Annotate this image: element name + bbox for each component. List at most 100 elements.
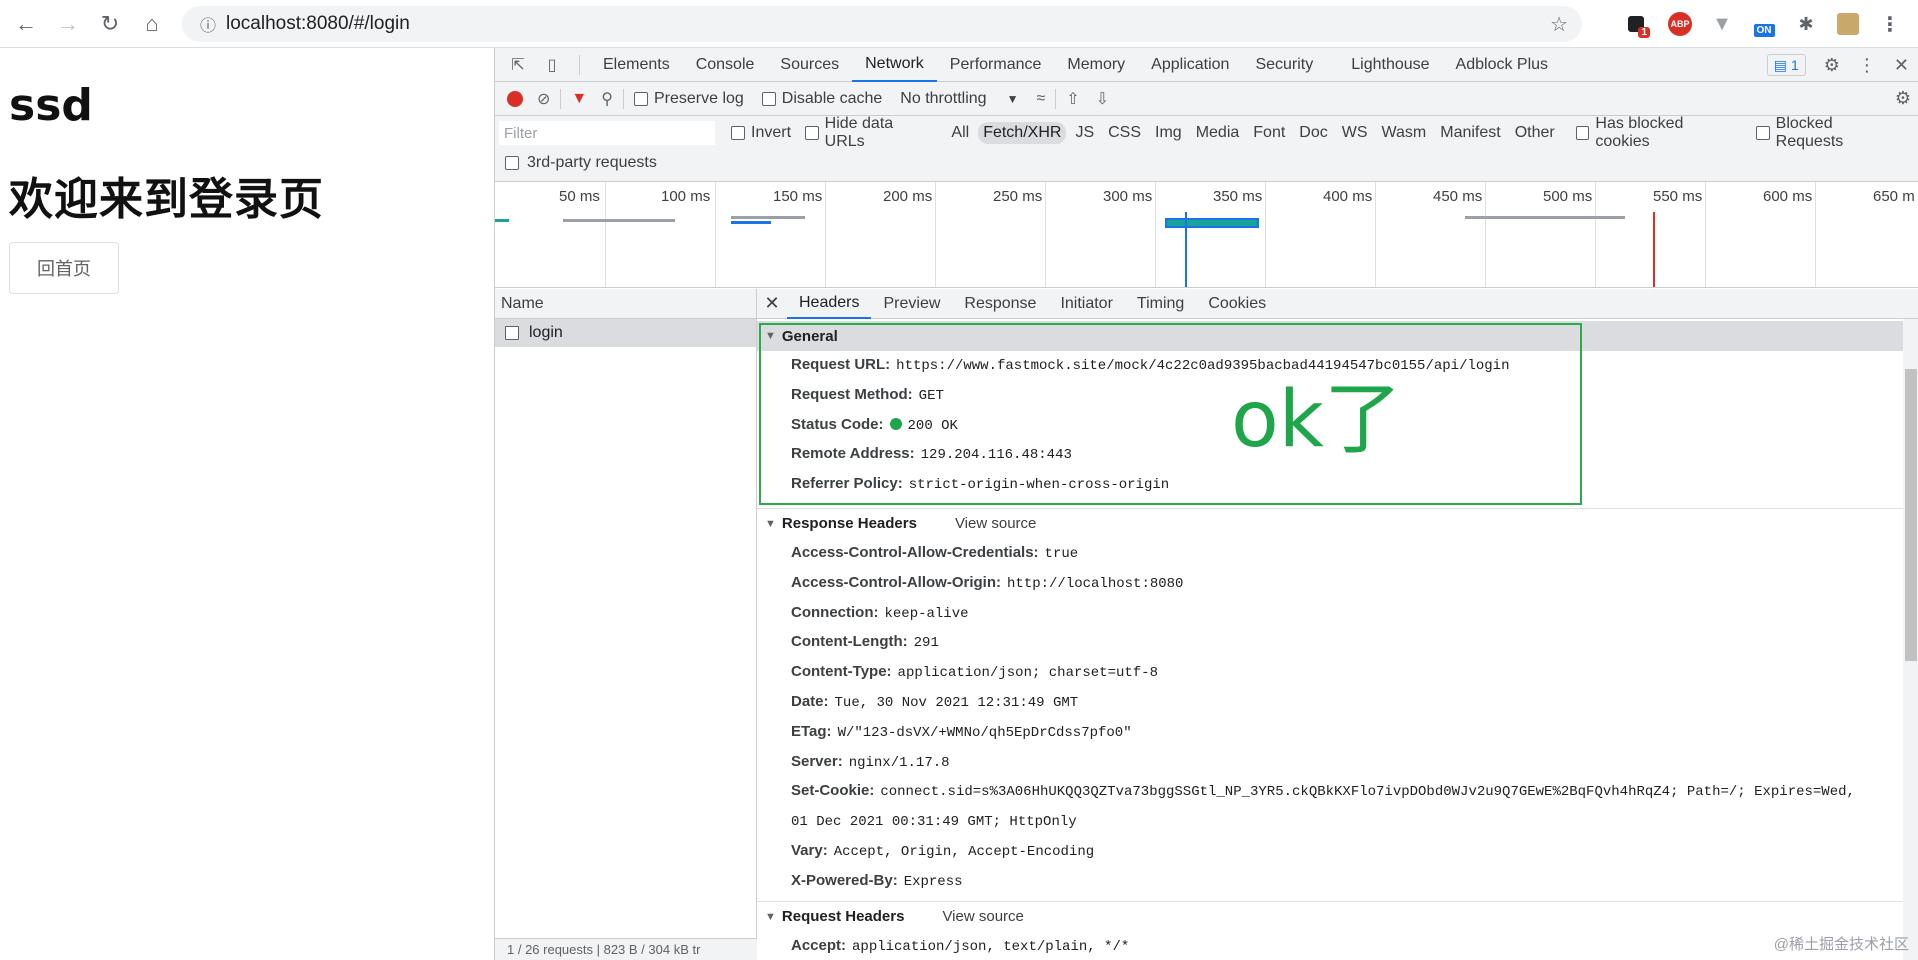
tab-memory[interactable]: Memory	[1054, 48, 1138, 82]
filter-type-font[interactable]: Font	[1248, 122, 1290, 144]
filter-funnel-icon[interactable]: ▼	[571, 90, 587, 108]
header-value: keep-alive	[884, 605, 969, 622]
third-party-box[interactable]	[505, 156, 519, 170]
header-key: X-Powered-By:	[791, 871, 898, 889]
filter-type-doc[interactable]: Doc	[1294, 122, 1332, 144]
close-details-icon[interactable]: ✕	[757, 293, 787, 314]
timeline-tick-label: 350 ms	[1213, 188, 1263, 205]
tab-preview[interactable]: Preview	[871, 289, 952, 319]
network-settings-icon[interactable]: ⚙	[1895, 88, 1911, 109]
record-icon[interactable]	[507, 90, 523, 107]
preserve-log-checkbox[interactable]: Preserve log	[633, 90, 744, 108]
timeline-request-bar	[731, 221, 771, 224]
filter-type-wasm[interactable]: Wasm	[1377, 122, 1432, 144]
back-arrow-icon[interactable]: ←	[6, 4, 46, 44]
response-headers-header[interactable]: ▼ Response Headers View source	[757, 509, 1918, 539]
throttling-select[interactable]: No throttling ▼	[900, 90, 1018, 108]
menu-kebab-icon[interactable]: ⋮	[1876, 10, 1904, 38]
details-scrollbar[interactable]	[1903, 319, 1918, 960]
tab-headers[interactable]: Headers	[787, 289, 872, 319]
request-list: Name login 1 / 26 requests | 823 B / 304…	[495, 289, 757, 960]
tab-elements[interactable]: Elements	[590, 48, 683, 82]
view-source-link[interactable]: View source	[955, 515, 1036, 532]
filter-type-other[interactable]: Other	[1510, 122, 1560, 144]
site-info-icon[interactable]: ⓘ	[190, 12, 226, 36]
filter-type-ws[interactable]: WS	[1337, 122, 1373, 144]
address-bar[interactable]: ⓘ localhost:8080/#/login ☆	[182, 6, 1582, 42]
reload-icon[interactable]: ↻	[90, 4, 130, 44]
inspect-element-icon[interactable]: ⇱	[501, 55, 535, 75]
url-text[interactable]: localhost:8080/#/login	[226, 13, 410, 35]
issues-button[interactable]: ▤ 1	[1766, 54, 1806, 76]
blocked-requests-box[interactable]	[1756, 126, 1770, 140]
filter-type-fetch-xhr[interactable]: Fetch/XHR	[978, 122, 1067, 144]
toggle-extension-icon[interactable]: ON	[1750, 10, 1778, 38]
tab-console[interactable]: Console	[683, 48, 768, 82]
header-key: Request Method:	[791, 385, 913, 403]
tab-lighthouse[interactable]: Lighthouse	[1338, 48, 1442, 82]
tab-network[interactable]: Network	[852, 48, 937, 82]
extension-badge-icon[interactable]: 1	[1622, 10, 1650, 38]
search-icon[interactable]: ⚲	[601, 89, 613, 109]
disable-cache-box[interactable]	[761, 91, 776, 106]
bookmark-star-icon[interactable]: ☆	[1550, 12, 1568, 37]
disable-cache-label: Disable cache	[781, 89, 883, 107]
annotation-text: ok了	[1231, 375, 1402, 465]
request-headers-header[interactable]: ▼ Request Headers View source	[757, 902, 1918, 932]
filter-type-img[interactable]: Img	[1150, 122, 1187, 144]
filter-type-js[interactable]: JS	[1070, 122, 1099, 144]
has-blocked-cookies-box[interactable]	[1575, 126, 1590, 140]
has-blocked-cookies-checkbox[interactable]: Has blocked cookies	[1575, 115, 1738, 151]
request-headers-section: ▼ Request Headers View source Accept: app…	[757, 902, 1918, 960]
timeline-request-bar	[495, 219, 509, 222]
load-event-marker	[1653, 212, 1655, 287]
hide-data-urls-checkbox[interactable]: Hide data URLs	[805, 115, 934, 151]
device-toggle-icon[interactable]: ▯	[535, 55, 569, 75]
request-row[interactable]: login	[495, 319, 756, 347]
filter-type-media[interactable]: Media	[1191, 122, 1245, 144]
invert-checkbox[interactable]: Invert	[731, 124, 791, 142]
timeline-gridline	[715, 182, 716, 287]
tab-timing[interactable]: Timing	[1125, 289, 1196, 319]
adblock-icon[interactable]: ABP	[1666, 10, 1694, 38]
name-column-header[interactable]: Name	[495, 289, 756, 319]
home-icon[interactable]: ⌂	[132, 4, 172, 44]
view-source-link[interactable]: View source	[942, 908, 1023, 925]
timeline-tick-label: 550 ms	[1653, 188, 1703, 205]
tab-cookies[interactable]: Cookies	[1196, 289, 1278, 319]
disable-cache-checkbox[interactable]: Disable cache	[761, 89, 883, 108]
tab-adblock-plus[interactable]: Adblock Plus	[1443, 48, 1562, 82]
puzzle-extensions-icon[interactable]: ✱	[1792, 10, 1820, 38]
filter-type-manifest[interactable]: Manifest	[1435, 122, 1505, 144]
header-value: strict-origin-when-cross-origin	[908, 477, 1170, 494]
clear-icon[interactable]: ⊘	[537, 89, 550, 109]
general-section-header[interactable]: ▼ General	[757, 321, 1903, 351]
timeline-tick-label: 200 ms	[883, 188, 933, 205]
filter-type-all[interactable]: All	[946, 122, 974, 144]
devtools-menu-icon[interactable]: ⋮	[1858, 55, 1876, 76]
hide-data-urls-box[interactable]	[805, 126, 819, 140]
filter-input[interactable]: Filter	[499, 121, 715, 145]
home-button[interactable]: 回首页	[9, 242, 119, 294]
close-devtools-icon[interactable]: ✕	[1894, 55, 1909, 76]
preserve-log-box[interactable]	[633, 91, 648, 106]
tab-application[interactable]: Application	[1138, 48, 1242, 82]
network-conditions-icon[interactable]: ≈	[1036, 90, 1045, 108]
blocked-requests-checkbox[interactable]: Blocked Requests	[1756, 115, 1901, 151]
filter-type-css[interactable]: CSS	[1103, 122, 1146, 144]
invert-box[interactable]	[731, 126, 745, 140]
profile-avatar-icon[interactable]	[1834, 10, 1862, 38]
third-party-checkbox[interactable]: 3rd-party requests	[505, 154, 657, 172]
tab-security[interactable]: Security	[1242, 48, 1326, 82]
settings-gear-icon[interactable]: ⚙	[1824, 55, 1840, 76]
scrollbar-thumb[interactable]	[1905, 369, 1917, 661]
tab-response[interactable]: Response	[952, 289, 1048, 319]
tab-sources[interactable]: Sources	[767, 48, 852, 82]
forward-arrow-icon[interactable]: →	[48, 4, 88, 44]
vue-devtools-icon[interactable]: ▼	[1708, 10, 1736, 38]
network-timeline-overview[interactable]: 50 ms 100 ms 150 ms 200 ms 250 ms 300 ms…	[495, 182, 1918, 288]
tab-performance[interactable]: Performance	[937, 48, 1055, 82]
export-har-icon[interactable]: ⇩	[1096, 89, 1109, 109]
tab-initiator[interactable]: Initiator	[1048, 289, 1124, 319]
import-har-icon[interactable]: ⇧	[1066, 89, 1079, 109]
